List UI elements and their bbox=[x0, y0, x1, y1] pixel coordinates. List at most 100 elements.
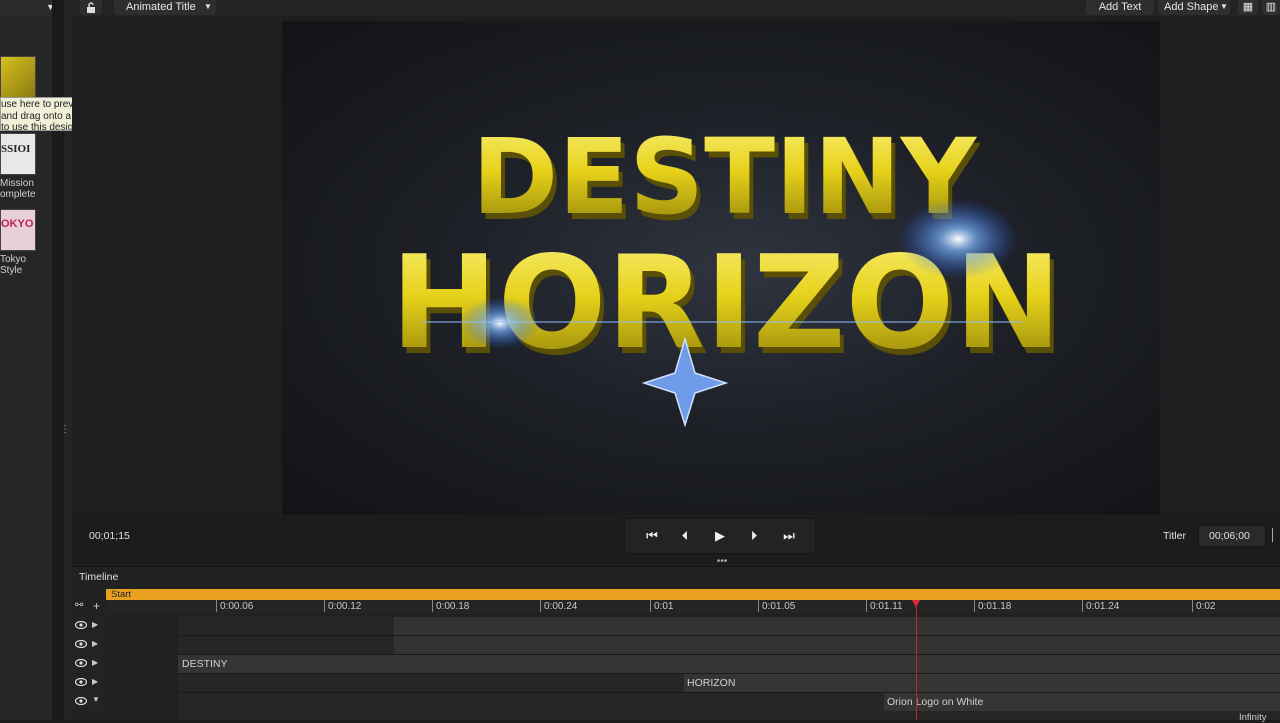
expand-arrow-icon[interactable]: ▶ bbox=[92, 639, 98, 648]
tick-label: 0:01 bbox=[654, 601, 674, 612]
work-area-bar[interactable]: Start bbox=[106, 589, 1280, 600]
add-text-button[interactable]: Add Text bbox=[1086, 0, 1154, 15]
ruler-tick: 0:02 bbox=[1192, 600, 1215, 612]
tick-label: 0:01.18 bbox=[978, 601, 1012, 612]
collapse-arrow-icon[interactable]: ▼ bbox=[92, 695, 100, 704]
skip-start-icon: ⏮ bbox=[646, 528, 658, 543]
time-ruler[interactable]: 0:00.06 0:00.12 0:00.18 0:00.24 0:01 0:0… bbox=[106, 600, 1280, 614]
step-forward-button[interactable]: ⏵ bbox=[744, 527, 764, 545]
thumb-text: OKYO bbox=[1, 218, 34, 230]
step-back-button[interactable]: ⏴ bbox=[675, 527, 695, 545]
title-artwork: DESTINY DESTINY HORIZON HORIZON bbox=[391, 116, 1065, 428]
transport-controls: ⏮ ⏴ ▶ ⏵ ⏭ bbox=[624, 518, 816, 554]
track-controls: ▼ bbox=[72, 693, 106, 711]
toolbar: Animated Title ▼ Add Text Add Shape ▼ ▦ … bbox=[72, 0, 1280, 16]
ruler-controls: ⚯ + bbox=[72, 599, 106, 614]
track-name: DESTINY bbox=[182, 658, 228, 670]
skip-end-icon: ⏭ bbox=[783, 528, 795, 543]
track-row: ▶ bbox=[72, 617, 1280, 636]
design-thumb-mission[interactable]: SSIOI bbox=[0, 133, 36, 175]
chevron-down-icon: ▼ bbox=[1220, 2, 1228, 11]
panel-dropdown[interactable]: ▼ bbox=[0, 0, 60, 16]
ruler-tick: 0:00.06 bbox=[216, 600, 253, 612]
horizon-clip[interactable]: HORIZON bbox=[684, 674, 1280, 692]
tick-label: 0:00.12 bbox=[328, 601, 362, 612]
ruler-tick: 0:01.05 bbox=[758, 600, 795, 612]
eye-icon[interactable] bbox=[75, 678, 87, 686]
playhead-handle[interactable] bbox=[912, 600, 920, 607]
clip-name: HORIZON bbox=[687, 677, 736, 689]
track-row-logo: ▼ Orion Logo on White Infinity bbox=[72, 693, 1280, 723]
logo-clip[interactable]: Orion Logo on White bbox=[884, 693, 1280, 711]
duration-value: 00;06;00 bbox=[1209, 530, 1250, 542]
track-row-horizon: ▶ HORIZON bbox=[72, 674, 1280, 693]
go-to-start-button[interactable]: ⏮ bbox=[642, 527, 662, 545]
title-type-dropdown[interactable]: Animated Title ▼ bbox=[114, 0, 216, 15]
edge-marker bbox=[1272, 528, 1273, 542]
step-forward-icon: ⏵ bbox=[750, 528, 758, 543]
tick-label: 0:01.05 bbox=[762, 601, 796, 612]
track-controls: ▶ bbox=[72, 617, 106, 635]
flare-streak bbox=[422, 321, 1022, 323]
clip-name: Orion Logo on White bbox=[887, 696, 984, 708]
expand-arrow-icon[interactable]: ▶ bbox=[92, 620, 98, 629]
expand-arrow-icon[interactable]: ▶ bbox=[92, 658, 98, 667]
tick-label: 0:01.24 bbox=[1086, 601, 1120, 612]
ruler-tick: 0:01.24 bbox=[1082, 600, 1119, 612]
design-thumb-gold[interactable] bbox=[0, 56, 36, 98]
grid-icon: ▦ bbox=[1242, 1, 1254, 13]
ruler-tick: 0:00.18 bbox=[432, 600, 469, 612]
eye-icon[interactable] bbox=[75, 640, 87, 648]
ruler-tick: 0:01.18 bbox=[974, 600, 1011, 612]
current-time: 00;01;15 bbox=[89, 530, 130, 542]
ruler-tick: 0:01 bbox=[650, 600, 673, 612]
track-lane[interactable] bbox=[178, 617, 1280, 636]
eye-icon[interactable] bbox=[75, 659, 87, 667]
eye-icon[interactable] bbox=[75, 621, 87, 629]
tick-label: 0:01.11 bbox=[870, 601, 903, 612]
dropdown-label: Animated Title bbox=[126, 1, 196, 13]
track-lane[interactable]: DESTINY bbox=[178, 655, 1280, 674]
track-lane[interactable]: HORIZON bbox=[178, 674, 1280, 693]
grid-button[interactable]: ▦ bbox=[1238, 0, 1258, 15]
mode-label: Titler bbox=[1163, 530, 1186, 542]
guides-icon: ▥ bbox=[1265, 1, 1277, 13]
duration-field[interactable]: 00;06;00 bbox=[1198, 525, 1266, 547]
tick-label: 0:00.24 bbox=[544, 601, 578, 612]
guides-button[interactable]: ▥ bbox=[1262, 0, 1280, 15]
design-thumb-tokyo[interactable]: OKYO bbox=[0, 209, 36, 251]
play-button[interactable]: ▶ bbox=[710, 527, 730, 545]
step-back-icon: ⏴ bbox=[681, 528, 689, 543]
label-line: omplete bbox=[0, 189, 36, 200]
track-lane[interactable]: Orion Logo on White Infinity bbox=[178, 693, 1280, 723]
track-lane[interactable] bbox=[178, 636, 1280, 655]
timeline-title: Timeline bbox=[79, 571, 119, 583]
playhead[interactable] bbox=[916, 600, 917, 720]
label-line: Tokyo bbox=[0, 254, 27, 265]
track-clip[interactable] bbox=[394, 636, 1280, 654]
expand-arrow-icon[interactable]: ▶ bbox=[92, 677, 98, 686]
track-row: ▶ bbox=[72, 636, 1280, 655]
track-controls: ▶ bbox=[72, 636, 106, 654]
title-line1: DESTINY bbox=[472, 116, 978, 238]
start-marker: Start bbox=[111, 589, 132, 600]
title-canvas[interactable]: DESTINY DESTINY HORIZON HORIZON bbox=[282, 21, 1160, 515]
lock-button[interactable] bbox=[80, 0, 102, 15]
ruler-tick: 0:01.11 bbox=[866, 600, 903, 612]
link-icon[interactable]: ⚯ bbox=[75, 600, 83, 611]
lens-flare bbox=[898, 199, 1018, 279]
lock-icon bbox=[87, 2, 95, 13]
tick-label: 0:02 bbox=[1196, 601, 1216, 612]
add-shape-button[interactable]: Add Shape ▼ bbox=[1158, 0, 1230, 15]
timeline-resize-handle[interactable]: ••• bbox=[714, 557, 730, 567]
go-to-end-button[interactable]: ⏭ bbox=[779, 527, 799, 545]
infinity-label: Infinity bbox=[1239, 712, 1267, 723]
add-track-icon[interactable]: + bbox=[93, 599, 100, 613]
track-clip[interactable] bbox=[394, 617, 1280, 635]
resize-handle-icon[interactable]: ⋮ bbox=[60, 424, 70, 435]
thumb-text: SSIOI bbox=[1, 143, 31, 155]
ruler-tick: 0:00.24 bbox=[540, 600, 577, 612]
design-label-mission: Mission omplete bbox=[0, 178, 48, 200]
track-row-destiny: ▶ DESTINY bbox=[72, 655, 1280, 674]
eye-icon[interactable] bbox=[75, 697, 87, 705]
